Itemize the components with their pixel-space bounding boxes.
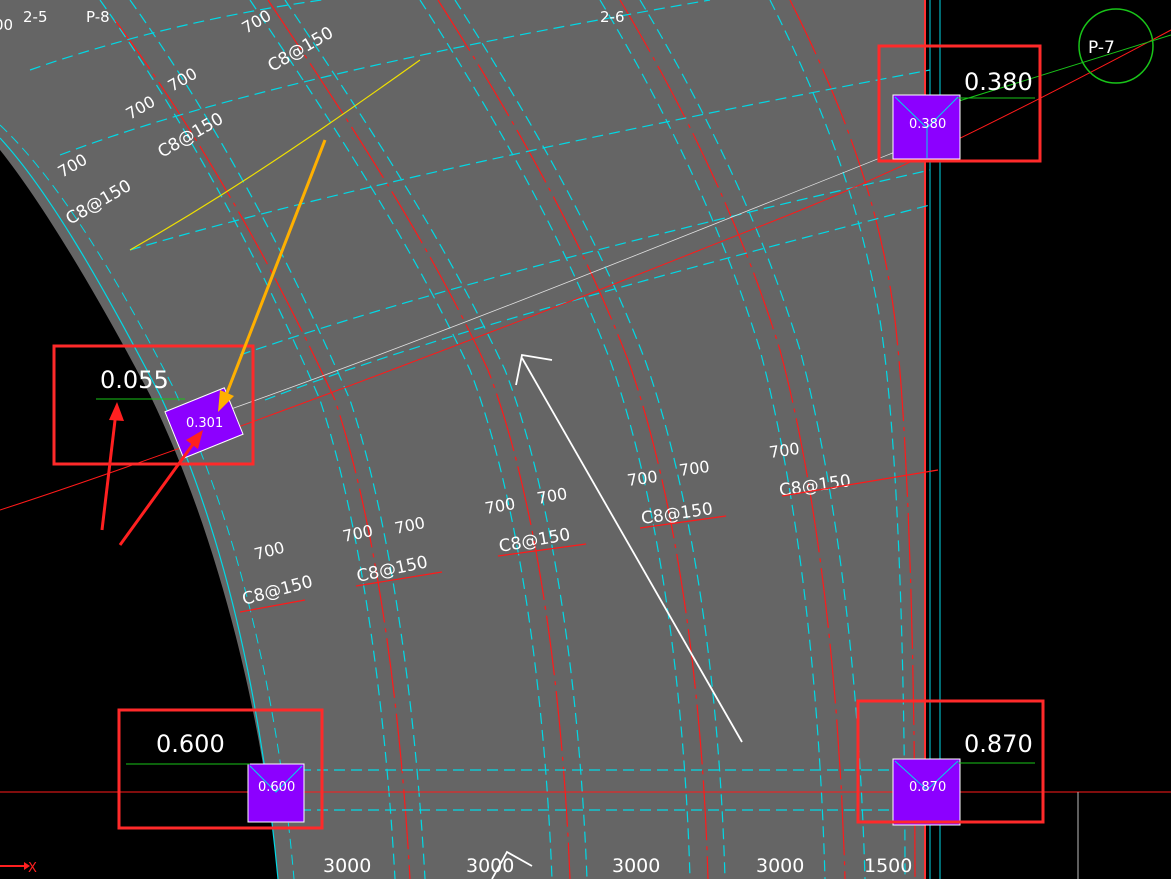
x-axis-label: X: [28, 861, 37, 876]
column-bottom-left[interactable]: 0.600: [247, 763, 305, 823]
svg-text:0.600: 0.600: [156, 730, 225, 758]
svg-text:0.055: 0.055: [100, 366, 169, 394]
svg-text:0.870: 0.870: [964, 730, 1033, 758]
column-left-label: 0.301: [186, 416, 223, 431]
bottom-dimension-1: 3000: [323, 855, 371, 877]
elevation-label-top-right: 0.380: [958, 68, 1035, 99]
cad-drawing-canvas[interactable]: P-7 2-5 P-8 2-6 00 700 C8@150 700 700 C8…: [0, 0, 1171, 879]
bottom-dimension-4: 3000: [756, 855, 804, 877]
svg-text:0.380: 0.380: [964, 68, 1033, 96]
edge-text-partial: 00: [0, 16, 13, 34]
grid-bubble-p7-label: P-7: [1088, 38, 1115, 58]
column-bottom-right-label: 0.870: [909, 780, 946, 795]
column-bottom-left-label: 0.600: [258, 780, 295, 795]
column-top-right-label: 0.380: [909, 117, 946, 132]
bottom-dimension-5: 1500: [864, 855, 912, 877]
column-bottom-right[interactable]: 0.870: [892, 758, 961, 826]
grid-label-p-8: P-8: [86, 8, 110, 26]
grid-label-2-6: 2-6: [600, 8, 625, 26]
grid-label-2-5: 2-5: [23, 8, 48, 26]
bottom-dimension-2: 3000: [466, 855, 514, 877]
column-top-right[interactable]: 0.380: [892, 94, 961, 160]
bottom-dimension-3: 3000: [612, 855, 660, 877]
